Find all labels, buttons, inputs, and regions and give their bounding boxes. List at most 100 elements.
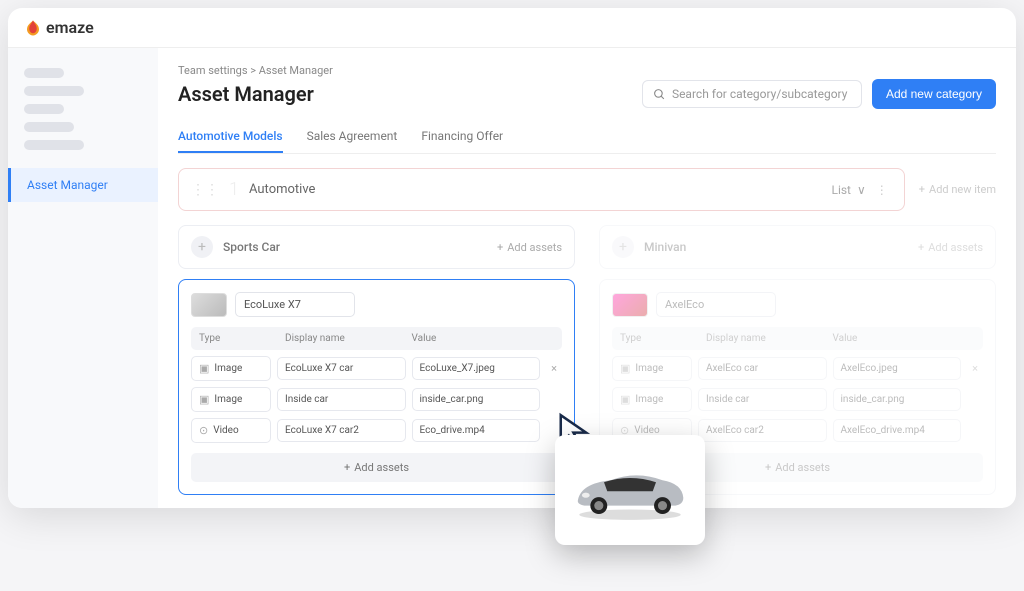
type-cell[interactable]: ▣Image (612, 387, 692, 412)
add-assets-label: Add assets (928, 241, 983, 254)
card-title-input[interactable]: AxelEco (656, 292, 776, 317)
plus-icon: + (765, 461, 771, 474)
asset-row: ▣Image EcoLuxe X7 car EcoLuxe_X7.jpeg × (191, 356, 562, 381)
value-cell[interactable]: inside_car.png (412, 388, 541, 411)
search-input[interactable]: Search for category/subcategory (642, 80, 862, 108)
display-cell[interactable]: Inside car (698, 388, 827, 411)
add-assets-label: Add assets (775, 461, 830, 474)
add-new-item-button[interactable]: + Add new item (919, 183, 996, 196)
tab-sales-agreement[interactable]: Sales Agreement (307, 121, 398, 153)
column-left: + Sports Car + Add assets EcoLuxe X7 (178, 225, 575, 495)
display-cell[interactable]: AxelEco car2 (698, 419, 827, 442)
header-actions: Search for category/subcategory Add new … (642, 79, 996, 109)
remove-row-button[interactable]: × (546, 362, 562, 375)
col-value: Value (412, 333, 533, 344)
page-title: Asset Manager (178, 82, 314, 106)
value-cell[interactable]: Eco_drive.mp4 (412, 419, 541, 442)
add-assets-link[interactable]: + Add assets (918, 241, 983, 254)
video-icon: ⊙ (199, 424, 208, 437)
drag-handle-icon[interactable]: ⋮⋮ (191, 182, 219, 198)
display-cell[interactable]: AxelEco car (698, 357, 827, 380)
value-cell[interactable]: EcoLuxe_X7.jpeg (412, 357, 541, 380)
sidebar-placeholder (24, 140, 84, 150)
display-cell[interactable]: EcoLuxe X7 car2 (277, 419, 406, 442)
type-cell[interactable]: ▣Image (612, 356, 692, 381)
card-thumbnail (191, 293, 227, 317)
col-type: Type (620, 333, 700, 344)
image-icon: ▣ (620, 362, 630, 375)
add-assets-button[interactable]: + Add assets (191, 453, 562, 482)
topbar: emaze (8, 8, 1016, 48)
sidebar-placeholder (24, 68, 64, 78)
col-display-name: Display name (285, 333, 406, 344)
sidebar-item-asset-manager[interactable]: Asset Manager (8, 168, 158, 202)
sidebar: Asset Manager (8, 48, 158, 508)
card-title-input[interactable]: EcoLuxe X7 (235, 292, 355, 317)
table-header: Type Display name Value (612, 327, 983, 350)
image-icon: ▣ (620, 393, 630, 406)
menu-dots-icon[interactable]: ⋮ (872, 183, 892, 197)
image-icon: ▣ (199, 393, 209, 406)
add-category-button[interactable]: Add new category (872, 79, 996, 109)
add-assets-link[interactable]: + Add assets (497, 241, 562, 254)
tab-automotive-models[interactable]: Automotive Models (178, 121, 283, 153)
col-type: Type (199, 333, 279, 344)
plus-icon[interactable]: + (612, 236, 634, 258)
plus-icon: + (918, 241, 924, 254)
tabs: Automotive Models Sales Agreement Financ… (178, 121, 996, 154)
breadcrumb: Team settings > Asset Manager (178, 64, 996, 77)
body: Asset Manager Team settings > Asset Mana… (8, 48, 1016, 508)
logo-icon (24, 19, 42, 37)
value-cell[interactable]: AxelEco_drive.mp4 (833, 419, 962, 442)
plus-icon: + (919, 183, 925, 196)
category-name: Automotive (249, 182, 315, 197)
car-illustration (565, 455, 695, 525)
add-item-label: Add new item (929, 183, 996, 196)
subcategory-name: Minivan (644, 240, 686, 254)
add-assets-label: Add assets (354, 461, 409, 474)
col-value: Value (833, 333, 954, 344)
remove-row-button[interactable]: × (967, 362, 983, 375)
sidebar-placeholder (24, 122, 74, 132)
col-display-name: Display name (706, 333, 827, 344)
subcategory-name: Sports Car (223, 240, 280, 254)
category-box: ⋮⋮ 1 Automotive List ∨ ⋮ (178, 168, 905, 211)
plus-icon[interactable]: + (191, 236, 213, 258)
table-header: Type Display name Value (191, 327, 562, 350)
search-placeholder: Search for category/subcategory (672, 87, 847, 101)
view-label: List (831, 183, 851, 197)
card-thumbnail (612, 293, 648, 317)
asset-card-ecoluxe: EcoLuxe X7 Type Display name Value ▣Imag… (178, 279, 575, 495)
chevron-down-icon: ∨ (857, 183, 866, 197)
category-index: 1 (229, 179, 239, 200)
subcategory-header-sports-car: + Sports Car + Add assets (178, 225, 575, 269)
add-assets-label: Add assets (507, 241, 562, 254)
floating-preview-image (555, 435, 705, 545)
logo-text: emaze (46, 18, 94, 37)
plus-icon: + (497, 241, 503, 254)
asset-row: ▣Image AxelEco car AxelEco.jpeg × (612, 356, 983, 381)
asset-row: ⊙Video EcoLuxe X7 car2 Eco_drive.mp4 (191, 418, 562, 443)
display-cell[interactable]: EcoLuxe X7 car (277, 357, 406, 380)
subcategory-header-minivan: + Minivan + Add assets (599, 225, 996, 269)
tab-financing-offer[interactable]: Financing Offer (421, 121, 503, 153)
logo: emaze (24, 18, 94, 37)
view-toggle[interactable]: List ∨ ⋮ (831, 183, 891, 197)
category-row: ⋮⋮ 1 Automotive List ∨ ⋮ + Add new item (178, 168, 996, 211)
type-cell[interactable]: ▣Image (191, 356, 271, 381)
sidebar-placeholder (24, 86, 84, 96)
value-cell[interactable]: inside_car.png (833, 388, 962, 411)
display-cell[interactable]: Inside car (277, 388, 406, 411)
image-icon: ▣ (199, 362, 209, 375)
type-cell[interactable]: ⊙Video (191, 418, 271, 443)
type-cell[interactable]: ▣Image (191, 387, 271, 412)
app-window: emaze Asset Manager Team settings > Asse… (8, 8, 1016, 508)
value-cell[interactable]: AxelEco.jpeg (833, 357, 962, 380)
asset-row: ▣Image Inside car inside_car.png (612, 387, 983, 412)
header-row: Asset Manager Search for category/subcat… (178, 79, 996, 109)
card-title-row: AxelEco (612, 292, 983, 317)
asset-row: ▣Image Inside car inside_car.png (191, 387, 562, 412)
sidebar-placeholder (24, 104, 64, 114)
plus-icon: + (344, 461, 350, 474)
search-icon (653, 88, 666, 101)
